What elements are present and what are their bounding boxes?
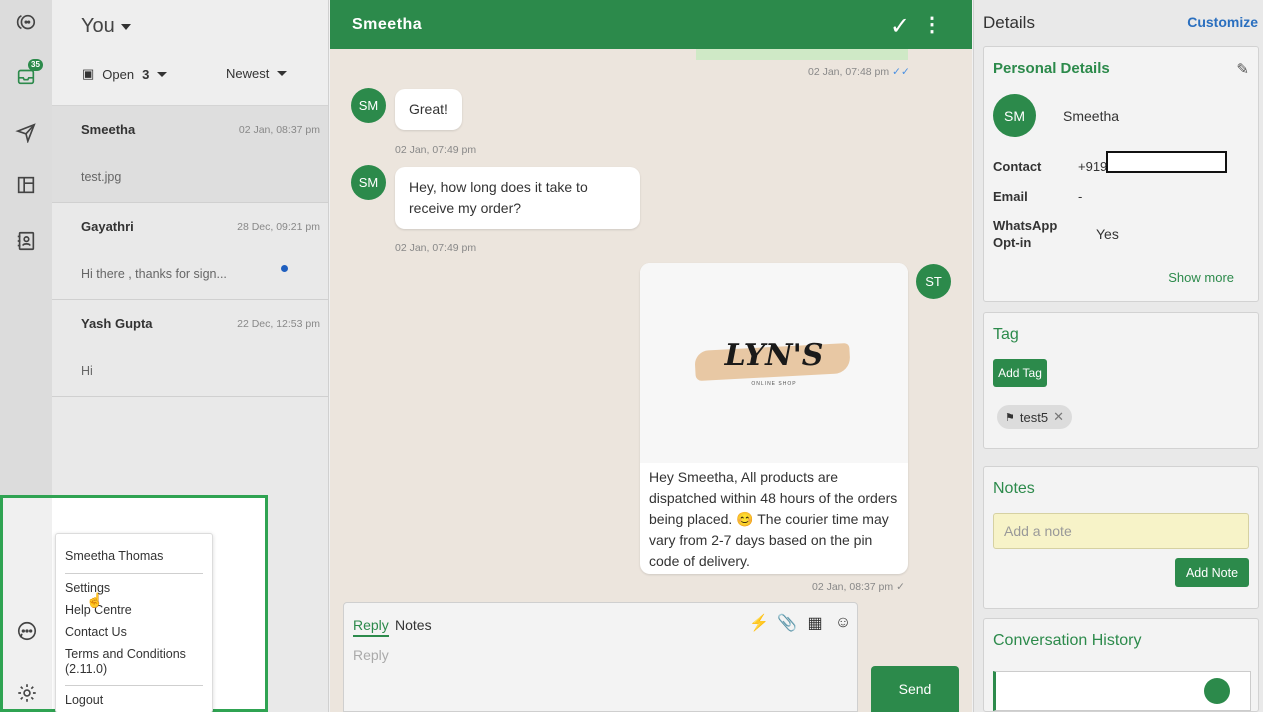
app-version: (2.11.0) [65, 662, 108, 676]
chevron-down-icon [277, 71, 288, 76]
more-options-icon[interactable]: ⋮ [922, 12, 942, 37]
template-icon[interactable]: ▦ [805, 613, 825, 633]
reply-input[interactable] [353, 647, 833, 663]
contacts-icon [17, 231, 35, 251]
conversation-history-card: Conversation History [983, 618, 1259, 712]
conversation-item[interactable]: Gayathri 28 Dec, 09:21 pm Hi there , tha… [52, 203, 328, 300]
brand-logo: LYN'S [724, 338, 824, 373]
incoming-message: Hey, how long does it take to receive my… [395, 167, 640, 229]
sent-tick-icon: ✓ [896, 581, 905, 593]
remove-tag-icon[interactable]: ✕ [1053, 409, 1064, 425]
chat-header: Smeetha ✓ ⋮ [330, 0, 972, 49]
avatar: SM [351, 165, 386, 200]
add-tag-button[interactable]: Add Tag [993, 359, 1047, 387]
avatar [1204, 678, 1230, 704]
quick-reply-icon[interactable]: ⚡ [749, 613, 769, 633]
hand-cursor-icon: ☝ [86, 592, 104, 608]
message-timestamp: 02 Jan, 07:49 pm [395, 144, 477, 156]
details-panel: Details Customize Personal Details ✎ SM … [973, 0, 1263, 712]
add-note-button[interactable]: Add Note [1175, 558, 1249, 587]
conversation-item[interactable]: Yash Gupta 22 Dec, 12:53 pm Hi [52, 300, 328, 397]
send-button[interactable]: Send [871, 666, 959, 712]
resolve-check-icon[interactable]: ✓ [890, 12, 910, 41]
contact-phone: +919 [1078, 159, 1108, 174]
notes-card: Notes Add Note [983, 466, 1259, 609]
highlight-frame: Smeetha Thomas Settings Help Centre Cont… [0, 495, 268, 712]
tag-icon: ⚑ [1005, 411, 1015, 424]
redaction-box [1106, 151, 1227, 173]
menu-item-logout[interactable]: Logout [65, 693, 103, 708]
menu-item-terms[interactable]: Terms and Conditions [65, 647, 186, 662]
note-input[interactable] [993, 513, 1249, 549]
message-timestamp: 02 Jan, 07:48 pm ✓✓ [808, 66, 910, 78]
owner-dropdown[interactable]: You [81, 15, 131, 38]
menu-item-contact-us[interactable]: Contact Us [65, 625, 127, 640]
menu-divider [65, 573, 203, 574]
avatar: ST [916, 264, 951, 299]
menu-divider [65, 685, 203, 686]
chevron-down-icon [157, 71, 168, 77]
customize-link[interactable]: Customize [1187, 14, 1258, 30]
tag-card: Tag Add Tag ⚑ test5 ✕ [983, 312, 1259, 449]
inbox-nav-button[interactable]: 35 [0, 56, 52, 96]
show-more-link[interactable]: Show more [1168, 270, 1234, 285]
brand-logo-subtext: ONLINE SHOP [751, 381, 797, 387]
read-ticks-icon: ✓✓ [892, 66, 910, 78]
tab-reply[interactable]: Reply [353, 617, 389, 637]
message-timestamp: 02 Jan, 07:49 pm [395, 242, 477, 254]
tab-notes[interactable]: Notes [395, 617, 432, 633]
avatar: SM [351, 88, 386, 123]
attachment-icon[interactable]: 📎 [777, 613, 797, 633]
details-title: Details [983, 13, 1035, 32]
personal-details-title: Personal Details [993, 60, 1110, 77]
outgoing-bubble-partial [696, 49, 908, 60]
tag-chip: ⚑ test5 ✕ [997, 405, 1072, 429]
chat-panel: Smeetha ✓ ⋮ 02 Jan, 07:48 pm ✓✓ SM Great!… [330, 0, 972, 712]
whatsapp-optin-value: Yes [1096, 226, 1119, 242]
tag-title: Tag [993, 326, 1019, 343]
inbox-badge: 35 [28, 59, 43, 71]
chevron-down-icon [120, 23, 131, 30]
campaigns-nav-button[interactable] [0, 112, 52, 152]
message-caption: Hey Smeetha, All products are dispatched… [649, 469, 898, 569]
message-timestamp: 02 Jan, 08:37 pm ✓ [812, 581, 905, 593]
notes-title: Notes [993, 480, 1035, 497]
edit-pencil-icon[interactable]: ✎ [1236, 60, 1249, 78]
outgoing-media-message: LYN'S ONLINE SHOP Hey Smeetha, All produ… [640, 263, 908, 574]
templates-nav-button[interactable] [0, 165, 52, 205]
popup-rail [3, 498, 52, 709]
personal-details-card: Personal Details ✎ SM Smeetha Contact +9… [983, 46, 1259, 302]
sort-dropdown[interactable]: Newest [226, 66, 288, 81]
conversation-history-title: Conversation History [993, 632, 1142, 649]
inbox-tray-icon: ▣ [82, 66, 95, 81]
list-header: You ▣ Open 3 Newest [52, 0, 328, 106]
emoji-icon[interactable]: ☺ [833, 613, 853, 633]
unread-indicator [281, 265, 288, 272]
message-composer: Reply Notes ⚡ 📎 ▦ ☺ [343, 602, 858, 712]
attached-image[interactable]: LYN'S ONLINE SHOP [640, 263, 908, 463]
contact-name: Smeetha [1063, 108, 1120, 124]
app-logo-icon[interactable] [0, 3, 52, 43]
menu-user-name: Smeetha Thomas [65, 549, 164, 563]
send-icon [15, 123, 36, 143]
incoming-message: Great! [395, 89, 462, 130]
avatar: SM [993, 94, 1036, 137]
gear-icon[interactable] [16, 682, 38, 704]
account-menu: Smeetha Thomas Settings Help Centre Cont… [55, 533, 213, 712]
chat-support-icon[interactable] [16, 620, 38, 642]
contact-email: - [1078, 189, 1083, 204]
layout-icon [17, 176, 35, 194]
history-item[interactable] [993, 671, 1251, 711]
contacts-nav-button[interactable] [0, 221, 52, 261]
status-filter-dropdown[interactable]: ▣ Open 3 [82, 66, 168, 82]
conversation-item[interactable]: Smeetha 02 Jan, 08:37 pm test.jpg [52, 106, 328, 203]
chat-contact-name: Smeetha [352, 16, 423, 33]
